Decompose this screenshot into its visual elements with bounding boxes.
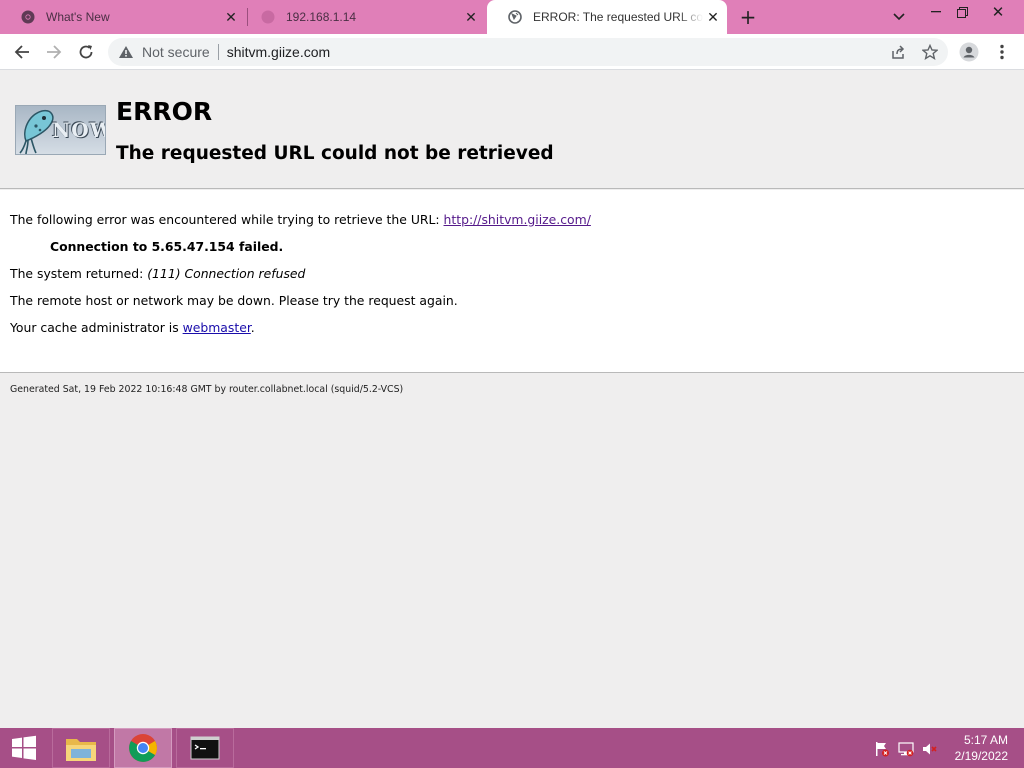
- terminal-button[interactable]: [176, 728, 234, 768]
- intro-text: The following error was encountered whil…: [10, 212, 444, 227]
- profile-button[interactable]: [955, 38, 983, 66]
- url-text[interactable]: shitvm.giize.com: [227, 44, 330, 60]
- new-tab-button[interactable]: +: [736, 5, 760, 29]
- squid-logo: NOW: [15, 105, 106, 155]
- tab-error[interactable]: ERROR: The requested URL could not be re…: [487, 0, 727, 34]
- logo-text: NOW: [52, 118, 105, 142]
- address-bar[interactable]: Not secure shitvm.giize.com: [108, 38, 948, 66]
- tab-title: 192.168.1.14: [286, 10, 357, 24]
- close-window-icon[interactable]: ✕: [982, 0, 1014, 24]
- admin-suffix: .: [250, 320, 255, 335]
- webmaster-link[interactable]: webmaster: [183, 320, 251, 335]
- tab-title: What's New: [46, 10, 110, 24]
- network-icon[interactable]: [897, 740, 915, 758]
- intro-line: The following error was encountered whil…: [10, 212, 591, 227]
- system-returned-value: (111) Connection refused: [147, 266, 306, 281]
- file-explorer-button[interactable]: [52, 728, 110, 768]
- page-content: NOW ERROR The requested URL could not be…: [0, 70, 1024, 728]
- security-label[interactable]: Not secure: [142, 44, 210, 60]
- admin-text: Your cache administrator is: [10, 320, 183, 335]
- page-subtitle: The requested URL could not be retrieved: [116, 143, 554, 164]
- menu-button[interactable]: [988, 38, 1016, 66]
- error-header: NOW ERROR The requested URL could not be…: [0, 70, 1024, 189]
- close-icon[interactable]: ✕: [461, 7, 481, 27]
- chrome-icon: [129, 734, 157, 762]
- kebab-menu-icon: [1000, 44, 1004, 60]
- clock-date: 2/19/2022: [954, 749, 1008, 763]
- error-details: The following error was encountered whil…: [0, 190, 1024, 373]
- globe-icon: [260, 9, 276, 25]
- tab-192-168-1-14[interactable]: 192.168.1.14 ✕: [240, 0, 485, 34]
- windows-logo-icon: [12, 735, 36, 760]
- tab-strip: What's New ✕ 192.168.1.14 ✕ ERROR: The r…: [0, 0, 1024, 34]
- chrome-taskbar-button[interactable]: [114, 728, 172, 768]
- admin-line: Your cache administrator is webmaster.: [10, 320, 255, 335]
- connection-failed-text: Connection to 5.65.47.154 failed.: [50, 239, 284, 254]
- taskbar: 5:17 AM 2/19/2022: [0, 728, 1024, 768]
- system-returned-line: The system returned: (111) Connection re…: [10, 266, 305, 281]
- tab-search-icon[interactable]: [883, 5, 915, 29]
- chrome-icon: [20, 9, 36, 25]
- reload-icon: [79, 45, 93, 59]
- folder-icon: [66, 739, 96, 761]
- share-icon[interactable]: [888, 42, 908, 62]
- divider: [217, 44, 219, 60]
- restore-icon[interactable]: [946, 0, 978, 24]
- avatar-icon: [959, 42, 979, 62]
- volume-muted-icon[interactable]: [921, 740, 939, 758]
- bookmark-star-icon[interactable]: [920, 42, 940, 62]
- browser-toolbar: Not secure shitvm.giize.com: [0, 34, 1024, 70]
- tab-whats-new[interactable]: What's New ✕: [0, 0, 245, 34]
- globe-icon: [507, 9, 523, 25]
- page-title: ERROR: [116, 97, 213, 126]
- system-returned-label: The system returned:: [10, 266, 148, 281]
- requested-url-link[interactable]: http://shitvm.giize.com/: [444, 212, 591, 227]
- forward-arrow-icon: [47, 45, 62, 59]
- remote-host-text: The remote host or network may be down. …: [10, 293, 458, 308]
- tab-title: ERROR: The requested URL could not be re…: [533, 10, 703, 24]
- back-arrow-icon: [14, 45, 29, 59]
- forward-button[interactable]: [40, 38, 68, 66]
- start-button[interactable]: [0, 728, 48, 768]
- system-clock[interactable]: 5:17 AM 2/19/2022: [955, 732, 1008, 764]
- terminal-icon: [190, 736, 220, 760]
- warning-icon[interactable]: [118, 44, 134, 60]
- clock-time: 5:17 AM: [963, 733, 1008, 747]
- reload-button[interactable]: [72, 38, 100, 66]
- close-icon[interactable]: ✕: [703, 7, 723, 27]
- close-icon[interactable]: ✕: [221, 7, 241, 27]
- flag-icon[interactable]: [873, 740, 891, 758]
- generated-footer: Generated Sat, 19 Feb 2022 10:16:48 GMT …: [10, 384, 404, 395]
- back-button[interactable]: [8, 38, 36, 66]
